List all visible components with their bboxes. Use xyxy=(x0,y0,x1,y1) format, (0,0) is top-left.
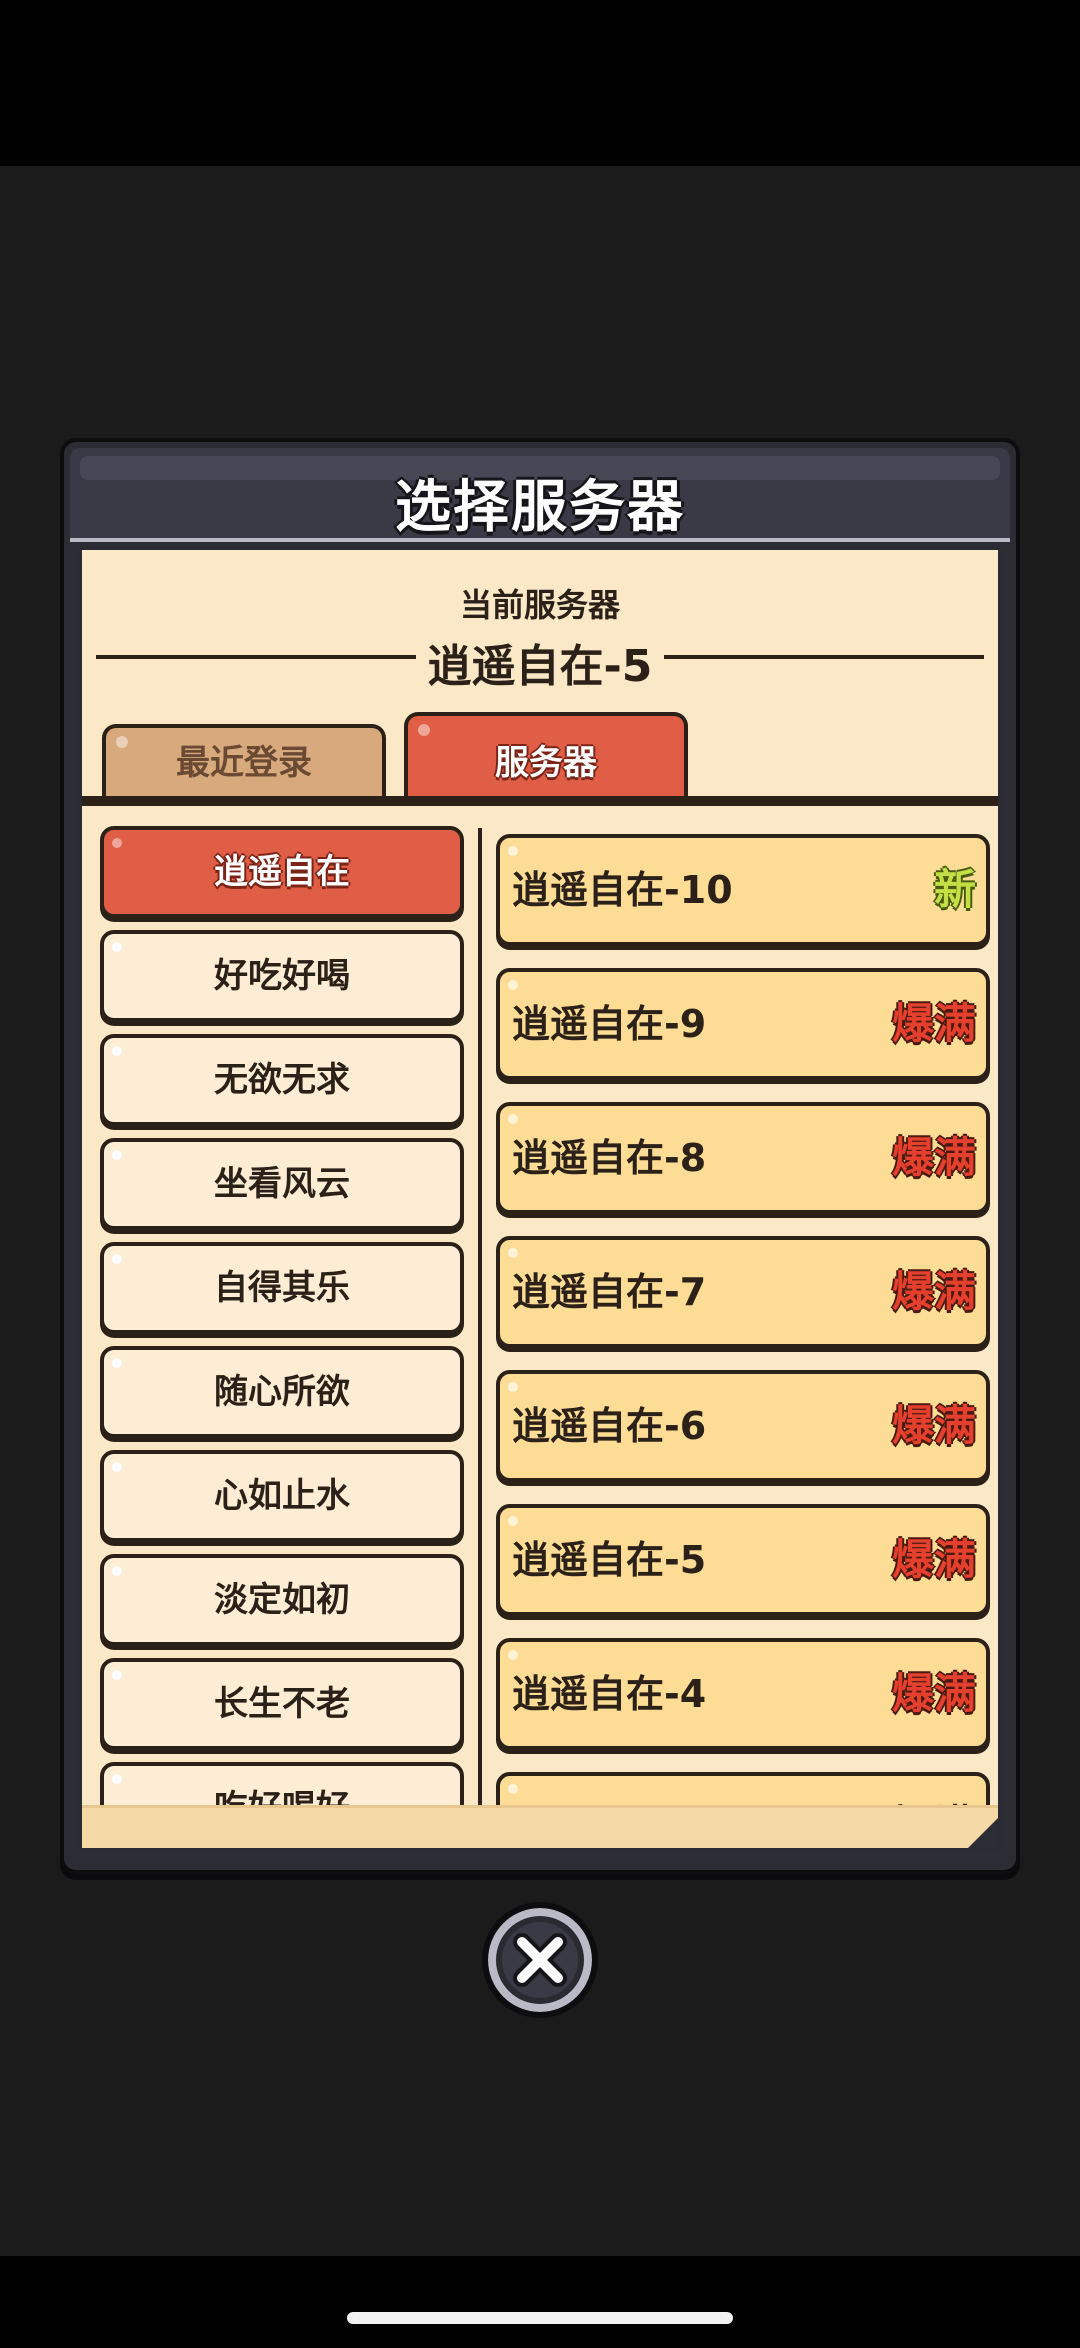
server-status-badge: 爆满 xyxy=(891,1535,976,1584)
server-name: 逍遥自在-6 xyxy=(512,1404,707,1448)
server-status-badge: 爆满 xyxy=(891,1401,976,1450)
server-name: 逍遥自在-5 xyxy=(512,1538,707,1582)
server-status-badge: 爆满 xyxy=(891,1267,976,1316)
server-name: 逍遥自在-4 xyxy=(512,1672,707,1716)
dialog-body: 当前服务器 逍遥自在-5 最近登录 服务器 逍遥自在 好吃好喝 无欲无求 坐看风… xyxy=(78,546,1002,1852)
tab-servers[interactable]: 服务器 xyxy=(404,712,688,800)
group-item[interactable]: 自得其乐 xyxy=(100,1242,464,1334)
group-item[interactable]: 长生不老 xyxy=(100,1658,464,1750)
server-card[interactable]: 逍遥自在-10 新 xyxy=(496,834,990,946)
dialog-title: 选择服务器 xyxy=(395,475,685,540)
server-list-area[interactable]: 逍遥自在 好吃好喝 无欲无求 坐看风云 自得其乐 随心所欲 心如止水 淡定如初 … xyxy=(82,806,998,1816)
group-item[interactable]: 好吃好喝 xyxy=(100,930,464,1022)
dialog-footer xyxy=(82,1805,998,1848)
server-name: 逍遥自在-8 xyxy=(512,1136,707,1180)
server-card[interactable]: 逍遥自在-8 爆满 xyxy=(496,1102,990,1214)
group-label: 心如止水 xyxy=(214,1476,350,1516)
server-status-badge: 爆满 xyxy=(891,1669,976,1718)
group-item[interactable]: 随心所欲 xyxy=(100,1346,464,1438)
group-item[interactable]: 坐看风云 xyxy=(100,1138,464,1230)
group-label: 自得其乐 xyxy=(214,1268,350,1308)
group-label: 坐看风云 xyxy=(214,1164,350,1204)
column-divider xyxy=(478,828,482,1816)
group-label: 随心所欲 xyxy=(214,1372,350,1412)
server-name: 逍遥自在-9 xyxy=(512,1002,707,1046)
tab-divider xyxy=(82,796,998,806)
server-card[interactable]: 逍遥自在-5 爆满 xyxy=(496,1504,990,1616)
server-name: 逍遥自在-10 xyxy=(512,868,733,912)
server-name: 逍遥自在-7 xyxy=(512,1270,707,1314)
server-card[interactable]: 逍遥自在-6 爆满 xyxy=(496,1370,990,1482)
server-card[interactable]: 逍遥自在-4 爆满 xyxy=(496,1638,990,1750)
group-label: 长生不老 xyxy=(214,1684,350,1724)
status-bar-area xyxy=(0,0,1080,166)
current-server-value: 逍遥自在-5 xyxy=(427,641,653,692)
tab-recent-login[interactable]: 最近登录 xyxy=(102,724,386,800)
group-item[interactable]: 心如止水 xyxy=(100,1450,464,1542)
group-label: 淡定如初 xyxy=(214,1580,350,1620)
bottom-bar xyxy=(0,2256,1080,2348)
server-status-badge: 爆满 xyxy=(891,1133,976,1182)
server-status-badge: 新 xyxy=(933,865,976,914)
tab-servers-label: 服务器 xyxy=(495,743,597,783)
current-server-label: 当前服务器 xyxy=(459,586,620,624)
group-item[interactable]: 淡定如初 xyxy=(100,1554,464,1646)
group-item[interactable]: 无欲无求 xyxy=(100,1034,464,1126)
server-status-badge: 爆满 xyxy=(891,999,976,1048)
home-indicator[interactable] xyxy=(347,2312,733,2324)
close-button[interactable] xyxy=(482,1902,598,2018)
server-card[interactable]: 逍遥自在-9 爆满 xyxy=(496,968,990,1080)
tab-recent-login-label: 最近登录 xyxy=(176,743,312,783)
dialog-header: 选择服务器 xyxy=(70,448,1010,542)
group-label: 好吃好喝 xyxy=(214,956,350,996)
close-icon xyxy=(513,1933,567,1987)
group-item[interactable]: 逍遥自在 xyxy=(100,826,464,918)
current-server-row: 逍遥自在-5 xyxy=(96,630,984,692)
server-select-dialog: 选择服务器 当前服务器 逍遥自在-5 最近登录 服务器 逍遥自在 好吃好喝 无欲… xyxy=(60,438,1020,1874)
group-label: 逍遥自在 xyxy=(214,852,350,892)
server-card[interactable]: 逍遥自在-7 爆满 xyxy=(496,1236,990,1348)
group-label: 无欲无求 xyxy=(214,1060,350,1100)
